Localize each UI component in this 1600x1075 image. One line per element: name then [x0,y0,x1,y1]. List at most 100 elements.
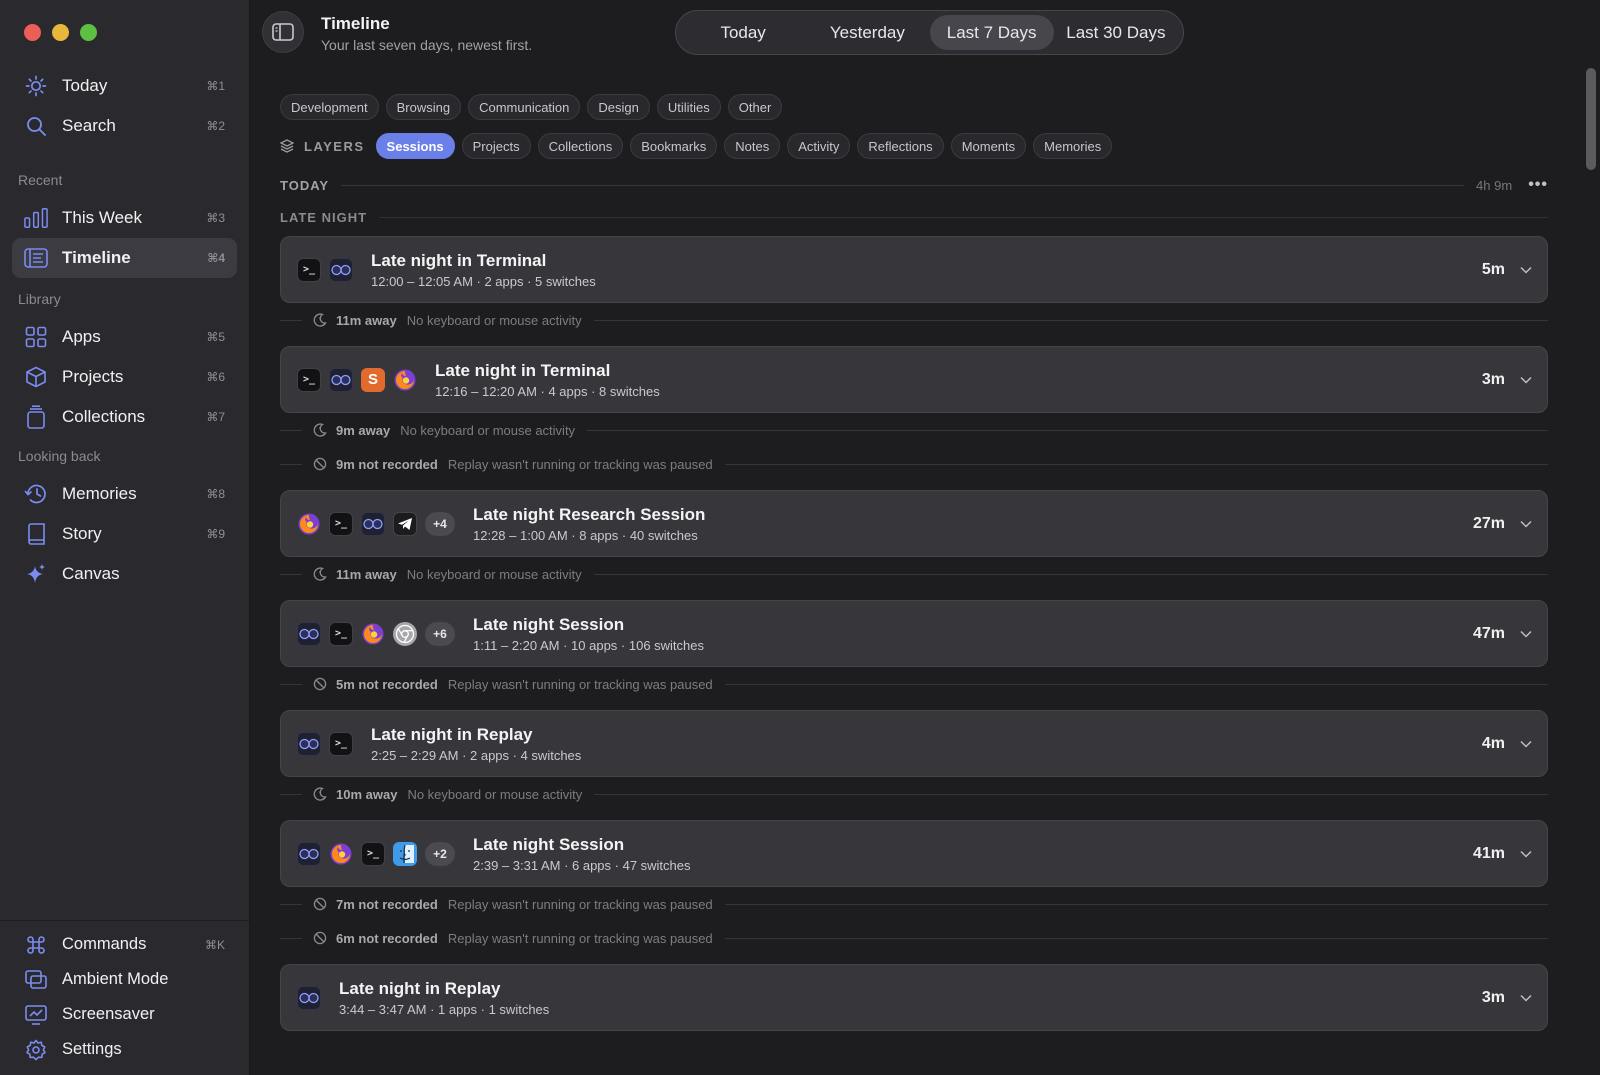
session-info: Late night Session 1:11 – 2:20 AM · 10 a… [473,615,1473,653]
session-meta: 3:44 – 3:47 AM · 1 apps · 1 switches [339,1001,550,1017]
day-total: 4h 9m [1476,177,1513,193]
layer-chip-activity[interactable]: Activity [787,133,851,159]
layer-chip-notes[interactable]: Notes [724,133,781,159]
chevron-down-icon[interactable] [1519,737,1533,751]
category-chip-design[interactable]: Design [587,94,650,120]
category-chip-communication[interactable]: Communication [468,94,581,120]
terminal-app-icon: >_ [297,257,321,282]
layer-chip-moments[interactable]: Moments [950,133,1027,159]
stack-icon [24,405,48,429]
sidebar-item-this-week[interactable]: This Week ⌘3 [12,198,237,238]
gap-amount: 7m not recorded [336,896,438,912]
layer-chip-reflections[interactable]: Reflections [857,133,944,159]
sidebar-item-memories[interactable]: Memories ⌘8 [12,474,237,514]
sidebar-item-ambient-mode[interactable]: Ambient Mode [12,962,237,997]
shortcut-hint: ⌘6 [206,370,225,384]
session-duration: 3m [1481,988,1505,1006]
scrollbar-thumb[interactable] [1586,68,1596,170]
category-chip-utilities[interactable]: Utilities [656,94,721,120]
session-info: Late night in Replay 3:44 – 3:47 AM · 1 … [339,979,1482,1017]
sidebar-item-canvas[interactable]: Canvas [12,554,237,594]
close-window-button[interactable] [24,24,41,41]
session-card[interactable]: >_ +6 Late night Session 1:11 – 2:20 AM ·… [280,600,1548,667]
session-title: Late night Session [473,834,625,854]
not-recorded-row: 5m not recorded Replay wasn't running or… [280,667,1548,701]
sidebar-section-looking-back: Looking back Memories ⌘8 Story ⌘9 Canvas [12,436,237,594]
range-tab-yesterday[interactable]: Yesterday [805,15,929,50]
session-meta: 12:28 – 1:00 AM · 8 apps · 40 switches [473,527,698,543]
layer-chip-memories[interactable]: Memories [1033,133,1113,159]
minimize-window-button[interactable] [52,24,69,41]
session-card[interactable]: >_ +4 Late night Research Session 12:28 –… [280,490,1548,557]
sidebar-item-apps[interactable]: Apps ⌘5 [12,317,237,357]
gap-description: No keyboard or mouse activity [406,566,582,582]
more-options-icon[interactable]: ••• [1528,176,1548,194]
more-apps-badge: +6 [425,621,455,646]
session-duration: 47m [1472,624,1505,642]
range-tab-today[interactable]: Today [681,15,805,50]
layer-chip-projects[interactable]: Projects [461,133,531,159]
sidebar-item-label: Timeline [62,248,131,267]
replay-app-icon [297,841,321,866]
layer-chip-bookmarks[interactable]: Bookmarks [630,133,718,159]
replay-app-icon [329,257,353,282]
chevron-down-icon[interactable] [1519,991,1533,1005]
range-tab-last-7-days[interactable]: Last 7 Days [929,15,1054,50]
session-duration: 4m [1481,734,1505,752]
shortcut-hint: ⌘5 [206,330,225,344]
chevron-down-icon[interactable] [1519,627,1533,641]
sidebar-item-label: Commands [62,935,147,953]
sidebar-item-label: Story [62,524,102,543]
category-chip-other[interactable]: Other [727,94,783,120]
session-card[interactable]: Late night in Replay 3:44 – 3:47 AM · 1 … [280,964,1548,1031]
grid-icon [24,325,48,349]
sidebar-item-commands[interactable]: Commands ⌘K [12,927,237,962]
terminal-app-icon: >_ [361,841,385,866]
session-card[interactable]: >_ S Late night in Terminal 12:16 – 12:20… [280,346,1548,413]
terminal-app-icon: >_ [329,621,353,646]
sidebar-item-label: Settings [62,1040,122,1058]
firefox-app-icon [393,368,417,392]
zoom-window-button[interactable] [80,24,97,41]
layer-chip-sessions[interactable]: Sessions [375,133,455,159]
period-label: LATE NIGHT [280,209,368,225]
sidebar-item-projects[interactable]: Projects ⌘6 [12,357,237,397]
session-card[interactable]: >_ +2 Late night Session 2:39 – 3:31 AM ·… [280,820,1548,887]
sidebar-toggle-button[interactable] [262,11,304,53]
section-label-library: Library [18,291,61,307]
layer-chip-collections[interactable]: Collections [537,133,624,159]
session-app-icons: >_ S [297,367,417,392]
session-title: Late night in Terminal [435,360,611,380]
sidebar-item-screensaver[interactable]: Screensaver [12,997,237,1032]
sidebar-item-collections[interactable]: Collections ⌘7 [12,397,237,437]
chevron-down-icon[interactable] [1519,847,1533,861]
session-info: Late night Session 2:39 – 3:31 AM · 6 ap… [473,835,1473,873]
replay-app-icon [297,731,321,756]
session-card[interactable]: >_ Late night in Replay 2:25 – 2:29 AM ·… [280,710,1548,777]
replay-app-icon [361,511,385,536]
sparkle-icon [24,562,48,586]
chevron-down-icon[interactable] [1519,517,1533,531]
app-window: Today ⌘1 Search ⌘2 Recent This Week ⌘3 T… [0,0,1600,1075]
not-recorded-row: 7m not recorded Replay wasn't running or… [280,887,1548,921]
category-chip-browsing[interactable]: Browsing [385,94,462,120]
sidebar-item-story[interactable]: Story ⌘9 [12,514,237,554]
gap-amount: 6m not recorded [336,930,438,946]
sidebar-item-label: Apps [62,327,101,346]
sidebar-item-today[interactable]: Today ⌘1 [12,66,237,106]
gap-description: No keyboard or mouse activity [407,786,583,802]
sidebar-icon [272,23,294,41]
session-app-icons: >_ +6 [297,621,455,646]
chevron-down-icon[interactable] [1519,263,1533,277]
gap-description: Replay wasn't running or tracking was pa… [447,896,713,912]
chevron-down-icon[interactable] [1519,373,1533,387]
sidebar-item-settings[interactable]: Settings [12,1032,237,1067]
session-duration: 3m [1481,370,1505,388]
session-card[interactable]: >_ Late night in Terminal 12:00 – 12:05 … [280,236,1548,303]
sidebar-item-search[interactable]: Search ⌘2 [12,106,237,146]
category-chip-development[interactable]: Development [280,94,379,120]
sidebar-section-recent: Recent This Week ⌘3 Timeline ⌘4 [12,160,237,278]
sidebar-item-label: Memories [62,484,137,503]
sidebar-item-timeline[interactable]: Timeline ⌘4 [12,238,237,278]
range-tab-last-30-days[interactable]: Last 30 Days [1054,15,1178,50]
